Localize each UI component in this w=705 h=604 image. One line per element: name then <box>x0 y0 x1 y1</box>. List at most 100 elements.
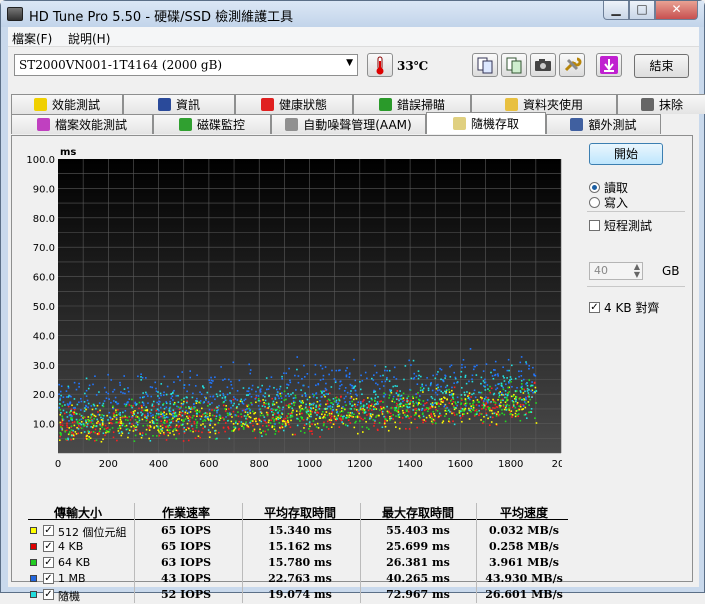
maximize-button[interactable]: □ <box>629 1 655 20</box>
short-test-checkbox[interactable]: 短程測試 <box>589 217 652 234</box>
scatter-point <box>182 440 185 442</box>
save-button[interactable] <box>596 53 622 77</box>
scatter-point <box>401 417 404 419</box>
short-test-size-input[interactable]: 40 ▲ ▼ <box>589 262 643 280</box>
tab-top-4[interactable]: 資料夾使用 <box>471 94 617 114</box>
scatter-point <box>159 415 162 418</box>
scatter-point <box>175 437 178 440</box>
scatter-point <box>242 428 245 430</box>
scatter-point <box>135 429 137 431</box>
scatter-point <box>534 417 536 419</box>
scatter-point <box>275 409 277 412</box>
drive-select[interactable]: ST2000VN001-1T4164 (2000 gB) ▼ <box>14 54 358 76</box>
tab-top-1[interactable]: 資訊 <box>123 94 235 114</box>
scatter-point <box>354 405 357 408</box>
scatter-point <box>421 413 424 415</box>
scatter-point <box>208 379 210 381</box>
start-button[interactable]: 開始 <box>589 143 663 165</box>
scatter-point <box>345 374 348 377</box>
scatter-point <box>355 393 357 396</box>
scatter-point <box>124 419 127 421</box>
scatter-point <box>168 419 171 421</box>
write-radio[interactable]: 寫入 <box>589 194 628 211</box>
scatter-point <box>58 402 61 405</box>
minimize-button[interactable]: ▁ <box>603 1 629 20</box>
tab-bottom-2[interactable]: 自動噪聲管理(AAM) <box>271 114 426 134</box>
series-visible-checkbox[interactable]: ✓ <box>43 525 54 536</box>
copy-icon <box>477 57 493 74</box>
x-tick-label: 1000 <box>297 459 322 470</box>
menu-file[interactable]: 檔案(F) <box>12 30 52 47</box>
scatter-point <box>376 401 379 403</box>
scatter-point <box>460 402 463 405</box>
scatter-point <box>459 410 462 413</box>
scatter-point <box>71 404 73 407</box>
series-visible-checkbox[interactable]: ✓ <box>43 541 54 552</box>
tab-bottom-1[interactable]: 磁碟監控 <box>153 114 271 134</box>
scatter-point <box>172 420 174 423</box>
scatter-point <box>456 404 458 407</box>
exit-button[interactable]: 結束 <box>634 54 689 78</box>
scatter-point <box>535 402 537 404</box>
scatter-point <box>425 416 428 419</box>
tab-bottom-0[interactable]: 檔案效能測試 <box>11 114 153 134</box>
tab-top-5[interactable]: 抹除 <box>617 94 705 114</box>
scatter-point <box>442 420 445 422</box>
scatter-point <box>415 393 417 395</box>
align-4kb-checkbox[interactable]: ✓ 4 KB 對齊 <box>589 299 659 316</box>
scatter-point <box>145 409 147 412</box>
scatter-point <box>66 426 69 429</box>
scatter-point <box>233 402 235 405</box>
scatter-point <box>452 420 454 423</box>
scatter-point <box>140 373 142 376</box>
menu-help[interactable]: 說明(H) <box>68 30 110 47</box>
scatter-point <box>412 400 414 403</box>
scatter-point <box>524 390 526 393</box>
scatter-point <box>283 418 285 420</box>
scatter-point <box>240 421 243 423</box>
series-visible-checkbox[interactable]: ✓ <box>43 557 54 568</box>
scatter-point <box>147 395 149 397</box>
copy-image-button[interactable] <box>501 53 527 77</box>
tab-bottom-4[interactable]: 額外測試 <box>546 114 661 134</box>
copy-text-button[interactable] <box>472 53 498 77</box>
scatter-point <box>264 395 266 398</box>
tab-top-3[interactable]: 錯誤掃瞄 <box>353 94 471 114</box>
scatter-point <box>506 377 508 379</box>
scatter-point <box>508 407 510 410</box>
scatter-point <box>333 415 336 418</box>
scatter-point <box>132 430 135 432</box>
scatter-point <box>361 380 364 382</box>
temperature-button[interactable] <box>367 53 393 77</box>
scatter-point <box>428 414 431 417</box>
scatter-point <box>208 408 211 411</box>
scatter-point <box>468 407 470 410</box>
screenshot-button[interactable] <box>530 53 556 77</box>
scatter-point <box>518 375 520 378</box>
scatter-point <box>518 398 521 400</box>
tab-bottom-3[interactable]: 隨機存取 <box>426 112 546 134</box>
scatter-point <box>495 388 497 391</box>
options-button[interactable] <box>559 53 585 77</box>
scatter-point <box>235 422 237 424</box>
title-bar[interactable]: HD Tune Pro 5.50 - 硬碟/SSD 檢測維護工具 ▁ □ ✕ <box>1 1 704 27</box>
scatter-point <box>418 399 421 402</box>
spinner-arrows-icon[interactable]: ▲ ▼ <box>634 263 640 279</box>
scatter-point <box>505 383 507 386</box>
y-tick-label: 10.0 <box>33 420 55 431</box>
scatter-point <box>182 423 184 426</box>
scatter-point <box>152 416 154 419</box>
scatter-point <box>258 408 261 411</box>
scatter-point <box>283 390 286 393</box>
tab-top-0[interactable]: 效能測試 <box>11 94 123 114</box>
tab-top-2[interactable]: 健康狀態 <box>235 94 353 114</box>
scatter-point <box>270 408 273 410</box>
scatter-point <box>268 385 271 388</box>
series-visible-checkbox[interactable]: ✓ <box>43 573 54 584</box>
scatter-point <box>153 426 156 428</box>
scatter-point <box>262 394 265 397</box>
scatter-point <box>310 403 313 406</box>
scatter-point <box>84 392 86 395</box>
close-button[interactable]: ✕ <box>655 1 698 20</box>
series-visible-checkbox[interactable]: ✓ <box>43 589 54 600</box>
